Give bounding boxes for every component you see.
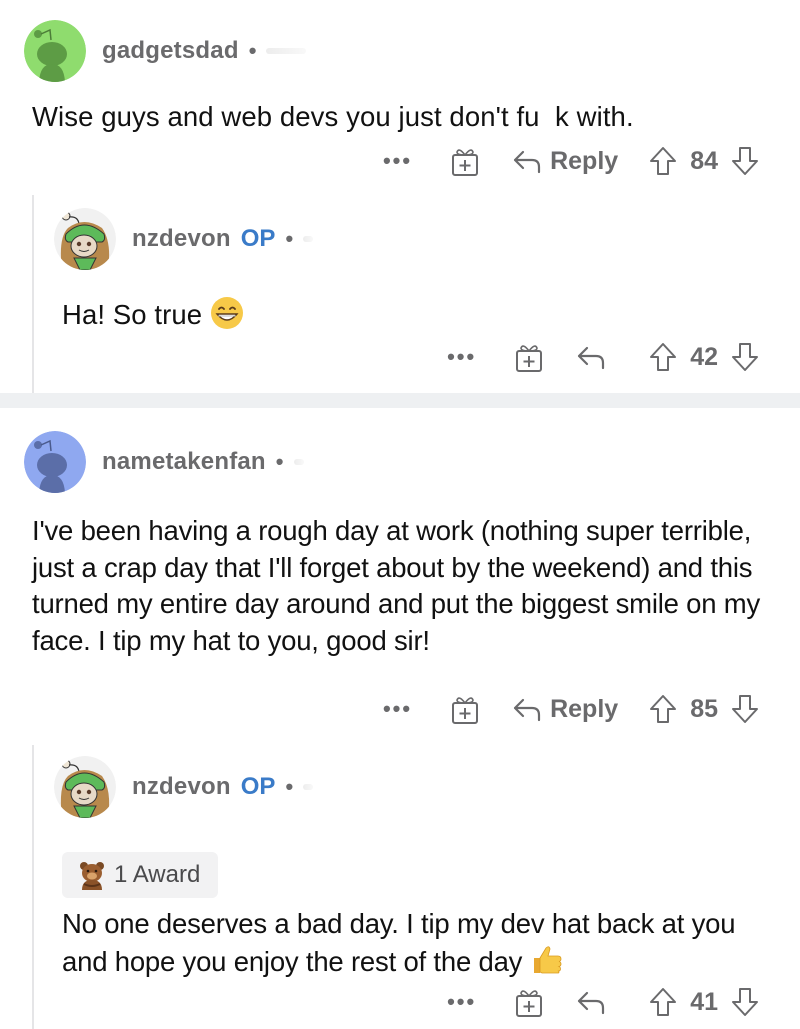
vote-score: 42 [690,342,718,371]
reply-label: Reply [550,694,619,723]
thread-line[interactable] [32,195,34,393]
frog-hood-avatar-icon [54,208,116,270]
award-badge[interactable]: 1 Award [62,852,218,898]
separator-dot: • [285,774,294,799]
avatar[interactable] [54,208,116,270]
thumbs-up-emoji [530,942,564,985]
username[interactable]: gadgetsdad [102,37,239,65]
comment-header: nzdevon OP • [54,756,314,818]
username[interactable]: nzdevon [132,773,231,801]
vote-score: 41 [690,987,718,1016]
op-badge: OP [240,225,276,252]
reply-icon [513,698,541,722]
more-options-button[interactable]: ••• [383,698,412,720]
comment-body: Ha! So true [62,296,244,337]
comment-body: No one deserves a bad day. I tip my dev … [62,906,762,985]
timestamp-redacted [303,784,314,790]
upvote-icon[interactable] [648,145,678,177]
reply-button[interactable]: Reply [512,695,618,724]
comment-actions: ••• Reply 84 [383,144,760,178]
gift-icon[interactable] [450,693,480,725]
username[interactable]: nametakenfan [102,448,266,476]
downvote-icon[interactable] [730,986,760,1018]
bear-award-icon [80,862,104,890]
comment-actions: ••• 42 [447,340,760,374]
reply-label: Reply [550,146,619,175]
upvote-icon[interactable] [648,986,678,1018]
comment-header: nzdevon OP • [54,208,314,270]
thread-separator [0,393,800,408]
comment-actions: ••• 41 [447,985,760,1019]
upvote-icon[interactable] [648,693,678,725]
thread-line[interactable] [32,745,34,1029]
downvote-icon[interactable] [730,145,760,177]
timestamp-redacted [266,48,307,54]
avatar[interactable] [24,20,86,82]
avatar[interactable] [54,756,116,818]
grinning-face-emoji [210,296,244,337]
comment-text: Ha! So true [62,298,203,330]
comment-header: gadgetsdad • [24,20,307,82]
reply-button[interactable] [576,989,608,1015]
more-options-button[interactable]: ••• [383,150,412,172]
reply-button[interactable]: Reply [512,147,618,176]
downvote-icon[interactable] [730,341,760,373]
comment-body: Wise guys and web devs you just don't fu… [32,101,634,132]
username[interactable]: nzdevon [132,225,231,253]
comment-actions: ••• Reply 85 [383,692,760,726]
reply-icon [513,150,541,174]
reply-icon [578,346,605,370]
avatar[interactable] [24,431,86,493]
more-options-button[interactable]: ••• [447,991,476,1013]
more-options-button[interactable]: ••• [447,346,476,368]
gift-icon[interactable] [514,986,544,1018]
reply-icon [578,991,605,1015]
downvote-icon[interactable] [730,693,760,725]
vote-score: 85 [690,694,718,723]
gift-icon[interactable] [514,341,544,373]
upvote-icon[interactable] [648,341,678,373]
timestamp-redacted [303,236,314,242]
comment-text: No one deserves a bad day. I tip my dev … [62,908,736,977]
gift-icon[interactable] [450,145,480,177]
frog-hood-avatar-icon [54,756,116,818]
op-badge: OP [240,773,276,800]
timestamp-redacted [293,459,304,465]
separator-dot: • [248,38,257,63]
snoo-avatar-icon [24,431,86,493]
award-label: 1 Award [114,861,201,888]
separator-dot: • [285,226,294,251]
separator-dot: • [275,449,284,474]
vote-score: 84 [690,146,718,175]
reply-button[interactable] [576,344,608,370]
comment-body: I've been having a rough day at work (no… [32,515,761,656]
comment-header: nametakenfan • [24,431,304,493]
snoo-avatar-icon [24,20,86,82]
